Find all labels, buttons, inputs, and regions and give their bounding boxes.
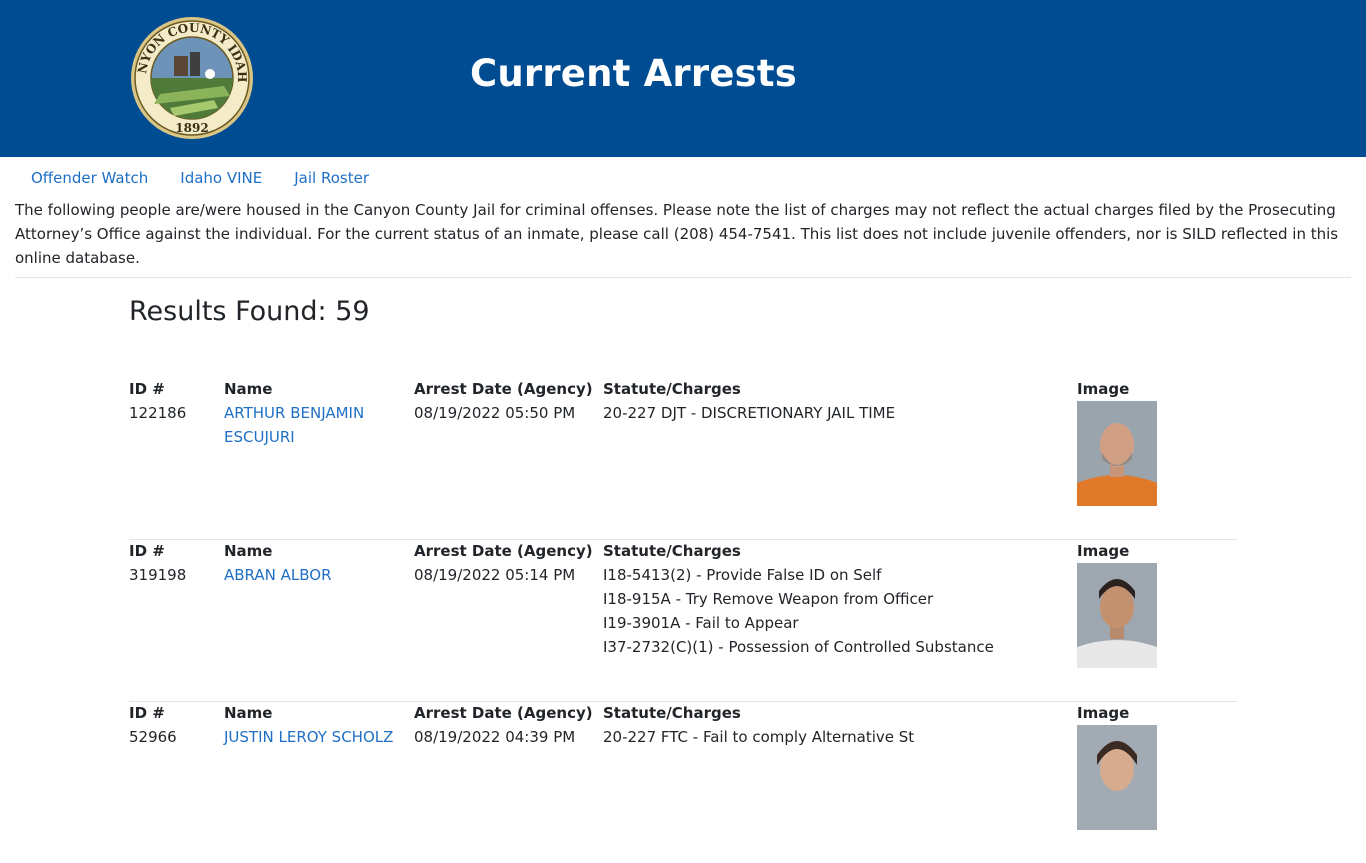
charges-header: Statute/Charges [603, 704, 741, 722]
charge-item: I19-3901A - Fail to Appear [603, 614, 799, 632]
nav-link-jail-roster[interactable]: Jail Roster [278, 166, 385, 190]
arrest-date-header: Arrest Date (Agency) [414, 380, 593, 398]
id-header: ID # [129, 380, 165, 398]
mugshot-image[interactable] [1077, 563, 1157, 668]
id-header: ID # [129, 542, 165, 560]
divider [15, 277, 1351, 278]
mugshot-image[interactable] [1077, 401, 1157, 506]
record-id: 122186 [129, 404, 187, 422]
name-header: Name [224, 542, 273, 560]
id-header: ID # [129, 704, 165, 722]
record-name-link[interactable]: ARTHUR BENJAMIN ESCUJURI [224, 404, 364, 446]
image-header: Image [1077, 380, 1130, 398]
arrest-record: ID # 122186 Name ARTHUR BENJAMIN ESCUJUR… [129, 377, 1237, 540]
charge-item: I37-2732(C)(1) - Possession of Controlle… [603, 638, 994, 656]
record-arrest-date: 08/19/2022 05:50 PM [414, 404, 576, 422]
charge-item: I18-5413(2) - Provide False ID on Self [603, 566, 882, 584]
arrest-record: ID # 319198 Name ABRAN ALBOR Arrest Date… [129, 539, 1237, 702]
name-header: Name [224, 704, 273, 722]
seal-year: 1892 [175, 121, 208, 135]
top-nav: Offender Watch Idaho VINE Jail Roster [15, 166, 385, 190]
record-id: 319198 [129, 566, 187, 584]
arrest-date-header: Arrest Date (Agency) [414, 542, 593, 560]
intro-disclaimer: The following people are/were housed in … [15, 201, 1339, 267]
charge-item: 20-227 FTC - Fail to comply Alternative … [603, 728, 915, 746]
image-header: Image [1077, 542, 1130, 560]
county-seal-logo: CANYON COUNTY IDAHO 1892 [130, 16, 253, 139]
record-arrest-date: 08/19/2022 04:39 PM [414, 728, 576, 746]
charges-header: Statute/Charges [603, 380, 741, 398]
charges-header: Statute/Charges [603, 542, 741, 560]
image-header: Image [1077, 704, 1130, 722]
charge-item: I18-915A - Try Remove Weapon from Office… [603, 590, 934, 608]
arrest-record: ID # 52966 Name JUSTIN LEROY SCHOLZ Arre… [129, 701, 1237, 863]
page-header: CANYON COUNTY IDAHO 1892 Current Arrests [0, 0, 1366, 157]
record-name-link[interactable]: ABRAN ALBOR [224, 566, 332, 584]
record-arrest-date: 08/19/2022 05:14 PM [414, 566, 576, 584]
record-id: 52966 [129, 728, 177, 746]
record-name-link[interactable]: JUSTIN LEROY SCHOLZ [224, 728, 393, 746]
nav-link-idaho-vine[interactable]: Idaho VINE [164, 166, 278, 190]
page-title: Current Arrests [470, 52, 797, 95]
results-count: Results Found: 59 [129, 296, 370, 327]
mugshot-image[interactable] [1077, 725, 1157, 830]
name-header: Name [224, 380, 273, 398]
arrest-date-header: Arrest Date (Agency) [414, 704, 593, 722]
charge-item: 20-227 DJT - DISCRETIONARY JAIL TIME [603, 404, 896, 422]
nav-link-offender-watch[interactable]: Offender Watch [15, 166, 164, 190]
